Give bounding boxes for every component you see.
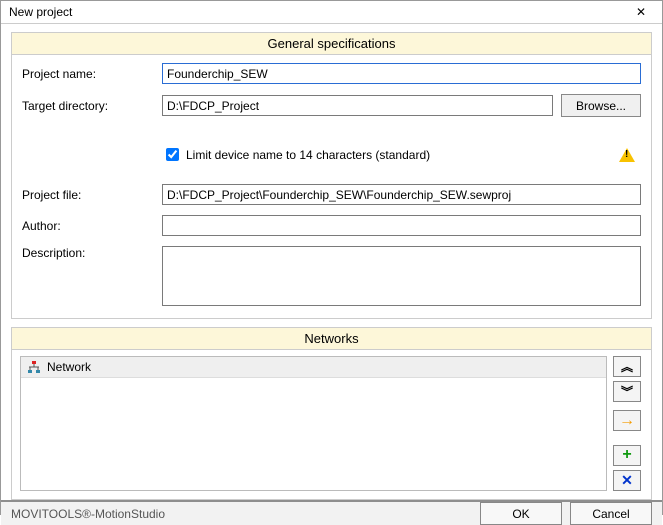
spacer <box>11 319 652 327</box>
cancel-button[interactable]: Cancel <box>570 502 652 525</box>
project-name-row: Project name: <box>22 63 641 84</box>
description-input[interactable] <box>162 246 641 306</box>
footer: MOVITOOLS®-MotionStudio OK Cancel <box>1 500 662 525</box>
target-dir-label: Target directory: <box>22 99 162 113</box>
project-name-input[interactable] <box>162 63 641 84</box>
target-dir-row: Target directory: Browse... <box>22 94 641 117</box>
move-down-button[interactable]: ︾ <box>613 381 641 402</box>
plus-icon: + <box>622 446 631 464</box>
network-item-label: Network <box>47 360 91 374</box>
networks-side-buttons: ︽ ︾ → + ✕ <box>613 356 643 491</box>
remove-network-button[interactable]: ✕ <box>613 470 641 491</box>
networks-section: Network ︽ ︾ → + ✕ <box>11 350 652 500</box>
general-section: Project name: Target directory: Browse..… <box>11 55 652 319</box>
networks-section-header: Networks <box>11 327 652 350</box>
move-top-button[interactable]: ︽ <box>613 356 641 377</box>
description-row: Description: <box>22 246 641 306</box>
networks-list[interactable]: Network <box>20 356 607 491</box>
project-name-label: Project name: <box>22 67 162 81</box>
limit-name-checkbox-label-wrap[interactable]: Limit device name to 14 characters (stan… <box>162 145 430 164</box>
add-network-button[interactable]: + <box>613 445 641 466</box>
network-icon <box>27 360 41 374</box>
cross-icon: ✕ <box>621 472 633 489</box>
titlebar: New project ✕ <box>1 1 662 24</box>
limit-name-checkbox[interactable] <box>166 148 179 161</box>
list-item[interactable]: Network <box>21 357 606 378</box>
new-project-dialog: New project ✕ General specifications Pro… <box>0 0 663 515</box>
ok-button[interactable]: OK <box>480 502 562 525</box>
target-dir-input[interactable] <box>162 95 553 116</box>
side-gap <box>613 435 643 441</box>
project-file-row: Project file: <box>22 184 641 205</box>
limit-name-row: Limit device name to 14 characters (stan… <box>162 145 641 164</box>
go-button[interactable]: → <box>613 410 641 431</box>
general-section-header: General specifications <box>11 32 652 55</box>
limit-name-checkbox-label: Limit device name to 14 characters (stan… <box>186 148 430 162</box>
author-label: Author: <box>22 219 162 233</box>
close-icon: ✕ <box>636 5 646 19</box>
arrow-right-icon: → <box>619 412 635 430</box>
project-file-label: Project file: <box>22 188 162 202</box>
chevrons-down-icon: ︾ <box>621 383 633 400</box>
project-file-input <box>162 184 641 205</box>
close-button[interactable]: ✕ <box>626 1 656 23</box>
status-label: MOVITOOLS®-MotionStudio <box>11 507 165 521</box>
content-area: General specifications Project name: Tar… <box>1 24 662 500</box>
warning-icon <box>619 148 635 162</box>
window-title: New project <box>9 5 72 19</box>
browse-button[interactable]: Browse... <box>561 94 641 117</box>
author-row: Author: <box>22 215 641 236</box>
author-input[interactable] <box>162 215 641 236</box>
description-label: Description: <box>22 246 162 260</box>
chevrons-up-icon: ︽ <box>621 358 633 375</box>
